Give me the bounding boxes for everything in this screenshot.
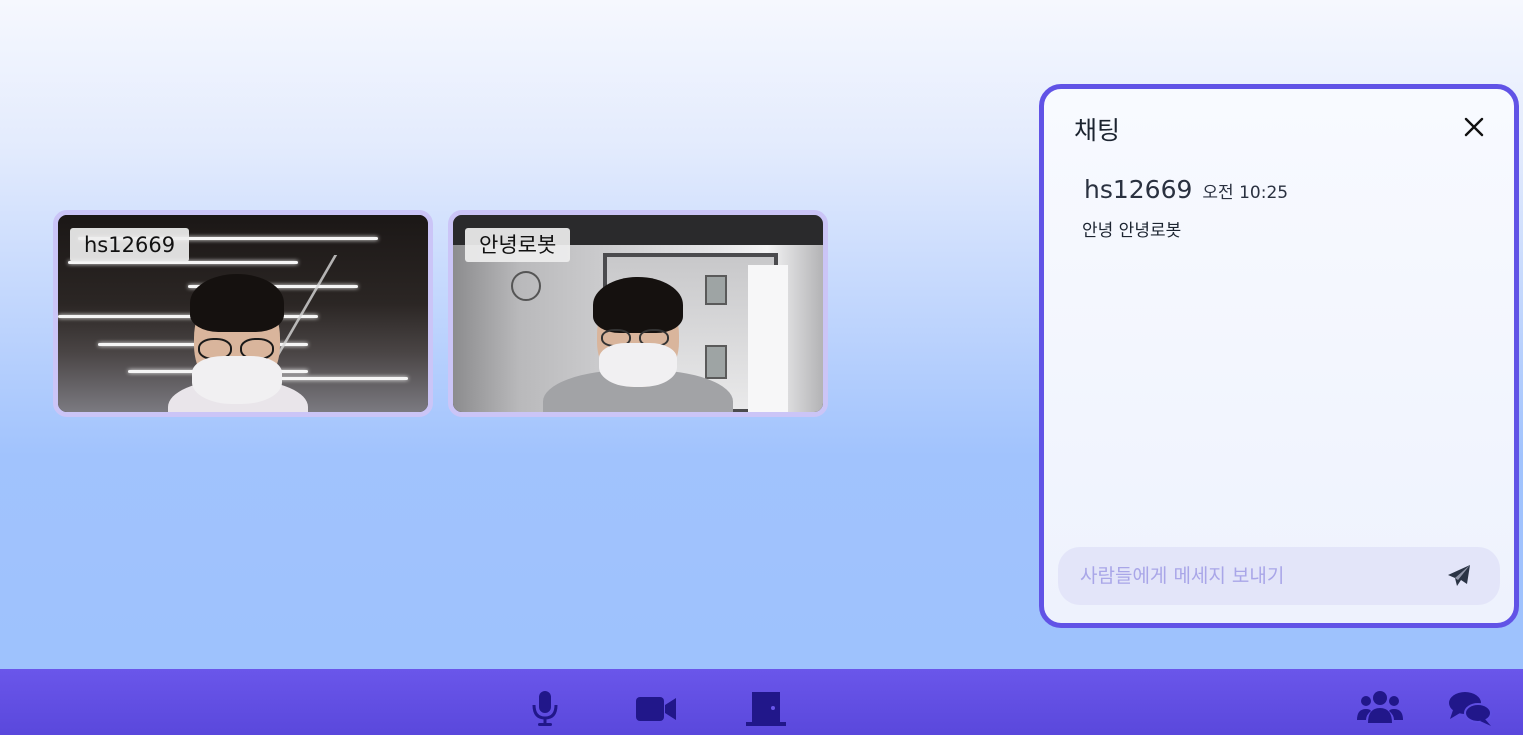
exit-door-icon <box>746 692 786 726</box>
chat-message: hs12669 오전 10:25 안녕 안녕로봇 <box>1082 175 1289 241</box>
chat-title: 채팅 <box>1074 116 1121 145</box>
send-message-button[interactable] <box>1446 564 1472 588</box>
close-chat-button[interactable] <box>1462 115 1486 139</box>
camera-button[interactable] <box>634 689 678 727</box>
chat-icon <box>1449 692 1492 726</box>
leave-room-button[interactable] <box>744 689 788 727</box>
chat-message-input[interactable] <box>1058 547 1438 605</box>
microphone-button[interactable] <box>528 689 562 727</box>
message-time: 오전 10:25 <box>1202 183 1289 203</box>
bottom-toolbar <box>0 669 1523 735</box>
chat-toggle-button[interactable] <box>1446 689 1494 727</box>
message-author: hs12669 <box>1084 175 1193 204</box>
send-icon <box>1448 565 1470 586</box>
chat-input-container <box>1058 547 1500 605</box>
video-tile-hs12669[interactable]: hs12669 <box>53 210 433 417</box>
participant-name-label: 안녕로봇 <box>465 228 571 262</box>
video-camera-icon <box>636 697 676 721</box>
video-tile-robot[interactable]: 안녕로봇 <box>448 210 828 417</box>
chat-panel: 채팅 hs12669 오전 10:25 안녕 안녕로봇 <box>1039 84 1519 628</box>
participants-button[interactable] <box>1356 689 1404 727</box>
close-icon <box>1464 117 1484 137</box>
participant-name-label: hs12669 <box>70 228 190 262</box>
message-text: 안녕 안녕로봇 <box>1082 221 1182 241</box>
participants-icon <box>1357 691 1403 723</box>
microphone-icon <box>532 691 558 726</box>
